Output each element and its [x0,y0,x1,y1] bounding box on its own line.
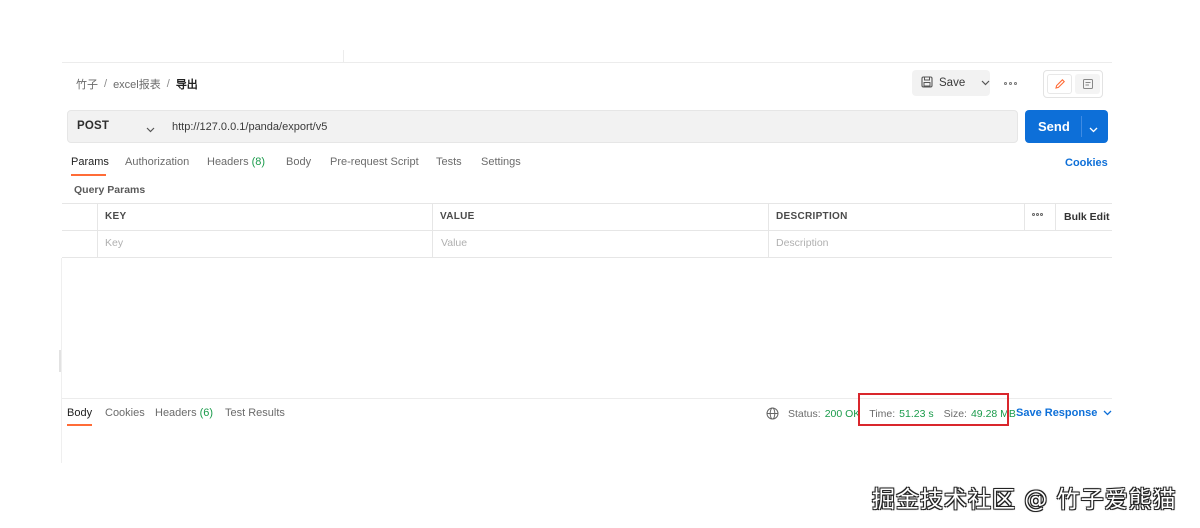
tab-headers-label: Headers [207,156,249,168]
description-input[interactable]: Description [776,237,829,249]
resize-handle[interactable] [59,350,61,372]
tab-params[interactable]: Params [71,156,109,168]
edit-pencil-icon[interactable] [1047,74,1072,94]
tab-body[interactable]: Body [286,156,311,168]
table-top-border [62,203,1112,204]
save-icon [921,75,933,91]
tab-settings[interactable]: Settings [481,156,521,168]
send-label: Send [1038,119,1070,134]
tab-pre-request-script[interactable]: Pre-request Script [330,156,419,168]
tab-headers[interactable]: Headers (8) [207,156,265,168]
query-params-title: Query Params [74,184,146,196]
comment-icon[interactable] [1075,74,1100,94]
value-input[interactable]: Value [441,237,467,249]
breadcrumb-separator: / [166,78,170,90]
chevron-down-icon[interactable] [146,122,155,136]
chevron-down-icon[interactable] [1089,122,1098,136]
status-label: Status: [788,407,821,420]
send-divider [1081,116,1082,137]
url-input[interactable]: http://127.0.0.1/panda/export/v5 [172,121,327,133]
column-header-value: VALUE [440,211,475,222]
active-tab-indicator [71,174,106,176]
globe-icon[interactable] [766,407,779,420]
top-divider [62,62,1112,63]
save-response-label: Save Response [1016,407,1098,419]
status-value[interactable]: 200 OK [825,408,861,420]
response-tab-headers-label: Headers [155,407,197,419]
key-input[interactable]: Key [105,237,123,249]
send-button[interactable]: Send [1025,110,1108,143]
response-tab-cookies[interactable]: Cookies [105,407,145,419]
method-select[interactable]: POST [77,120,109,132]
table-bottom-border [62,257,1112,258]
request-url-bar: POST http://127.0.0.1/panda/export/v5 [67,110,1018,143]
tab-authorization[interactable]: Authorization [125,156,189,168]
annotation-highlight-box [858,393,1009,426]
column-header-key: KEY [105,211,127,222]
breadcrumb-separator: / [104,78,108,90]
save-label: Save [939,77,966,89]
breadcrumb-item-folder[interactable]: excel报表 [113,76,161,92]
chevron-down-icon[interactable] [981,78,990,88]
response-tab-headers[interactable]: Headers (6) [155,407,213,419]
tab-divider [343,50,344,63]
more-options-icon[interactable] [1000,76,1020,90]
response-tab-body[interactable]: Body [67,407,92,419]
side-panel-toggle[interactable] [1043,70,1103,98]
table-column-divider [432,203,433,257]
response-headers-count: (6) [199,407,214,419]
breadcrumb-item-collection[interactable]: 竹子 [76,76,98,92]
breadcrumb: 竹子 / excel报表 / 导出 [76,76,198,92]
tab-tests[interactable]: Tests [436,156,462,168]
headers-count-badge: (8) [251,156,266,168]
table-column-divider [1055,203,1056,230]
save-button[interactable]: Save [912,70,990,96]
watermark-text: 掘金技术社区 @ 竹子爱熊猫 [872,487,1177,513]
request-tabs: Params Authorization Headers (8) Body Pr… [71,156,551,172]
table-column-divider [1024,203,1025,230]
breadcrumb-current-request[interactable]: 导出 [176,76,198,92]
chevron-down-icon [1103,410,1112,416]
column-header-description: DESCRIPTION [776,211,848,222]
left-panel-edge [61,258,62,463]
cookies-link[interactable]: Cookies [1065,157,1108,169]
table-header-border [62,230,1112,231]
column-options-icon[interactable] [1032,213,1043,216]
table-column-divider [97,203,98,257]
save-response-button[interactable]: Save Response [1016,407,1112,419]
active-response-tab-indicator [67,424,92,426]
response-tab-test-results[interactable]: Test Results [225,407,285,419]
table-column-divider [768,203,769,257]
bulk-edit-button[interactable]: Bulk Edit [1064,211,1110,223]
